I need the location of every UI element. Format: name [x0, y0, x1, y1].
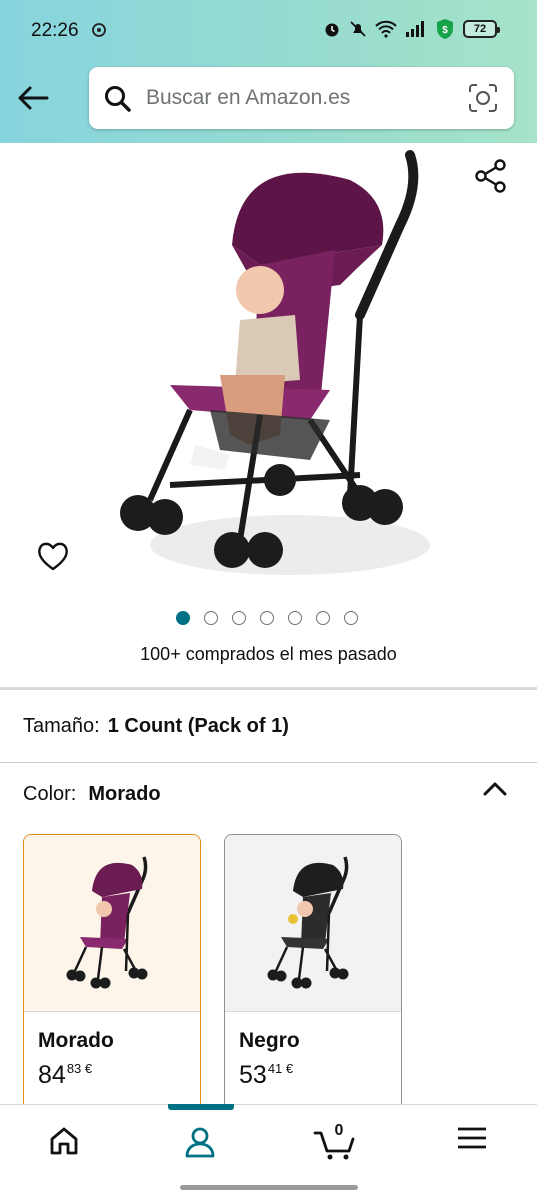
divider [0, 687, 537, 690]
nav-menu[interactable] [442, 1125, 502, 1165]
svg-text:$: $ [442, 25, 448, 36]
product-image[interactable] [110, 145, 430, 585]
signal-icon [406, 21, 424, 37]
swatch-name: Negro [239, 1029, 300, 1052]
menu-icon [458, 1127, 486, 1149]
shield-icon: $ [437, 19, 453, 39]
gesture-bar[interactable] [180, 1185, 358, 1190]
carousel-dot[interactable] [288, 611, 302, 625]
swatch-image [24, 835, 200, 1012]
carousel-dot[interactable] [232, 611, 246, 625]
status-time: 22:26 [31, 20, 79, 41]
swatch-image [225, 835, 401, 1012]
carousel-dot[interactable] [260, 611, 274, 625]
chevron-up-icon[interactable] [482, 780, 508, 798]
color-swatch-morado[interactable]: Morado 8483 € [23, 834, 201, 1124]
swatch-price: 8483 € [38, 1061, 92, 1090]
price-whole: 53 [239, 1061, 267, 1089]
status-bar: 22:26 $ 72 [0, 0, 537, 62]
heart-icon[interactable] [36, 540, 70, 572]
carousel-dot[interactable] [316, 611, 330, 625]
home-icon [50, 1127, 78, 1155]
swatch-price: 5341 € [239, 1061, 293, 1090]
app-header: 22:26 $ 72 [0, 0, 537, 143]
search-icon [105, 86, 131, 112]
carousel-dot[interactable] [204, 611, 218, 625]
price-fraction: 41 [267, 1061, 283, 1076]
divider [0, 762, 537, 763]
nav-profile[interactable] [170, 1125, 230, 1165]
price-fraction: 83 [66, 1061, 82, 1076]
leaf-icon [92, 23, 106, 37]
color-value: Morado [88, 783, 161, 805]
size-selector[interactable]: Tamaño: 1 Count (Pack of 1) [23, 715, 289, 738]
carousel-dot[interactable] [176, 611, 190, 625]
share-icon[interactable] [474, 158, 508, 194]
purchase-count-text: 100+ comprados el mes pasado [140, 644, 397, 664]
mute-icon [350, 21, 366, 37]
price-whole: 84 [38, 1061, 66, 1089]
nav-cart[interactable]: 0 [305, 1122, 365, 1165]
back-arrow-icon [18, 86, 49, 110]
wifi-icon [375, 20, 397, 38]
alarm-icon [325, 23, 339, 37]
carousel-dot[interactable] [344, 611, 358, 625]
profile-icon [185, 1127, 215, 1158]
image-carousel-dots[interactable] [176, 611, 358, 625]
cart-count: 0 [334, 1122, 344, 1139]
size-value: 1 Count (Pack of 1) [107, 715, 289, 737]
price-currency: € [285, 1061, 294, 1076]
search-input[interactable] [146, 67, 446, 129]
back-button[interactable] [14, 80, 52, 116]
nav-home[interactable] [34, 1125, 94, 1165]
battery-icon: 72 [463, 20, 500, 38]
color-label: Color: [23, 783, 77, 805]
color-swatch-negro[interactable]: Negro 5341 € [224, 834, 402, 1124]
color-selector-header[interactable]: Color: Morado [23, 783, 161, 806]
active-tab-indicator [168, 1104, 234, 1110]
status-icons: $ 72 [323, 18, 500, 40]
price-currency: € [84, 1061, 93, 1076]
size-label: Tamaño: [23, 715, 100, 737]
swatch-name: Morado [38, 1029, 114, 1052]
camera-scan-icon[interactable] [468, 83, 498, 113]
search-bar[interactable] [89, 67, 514, 129]
